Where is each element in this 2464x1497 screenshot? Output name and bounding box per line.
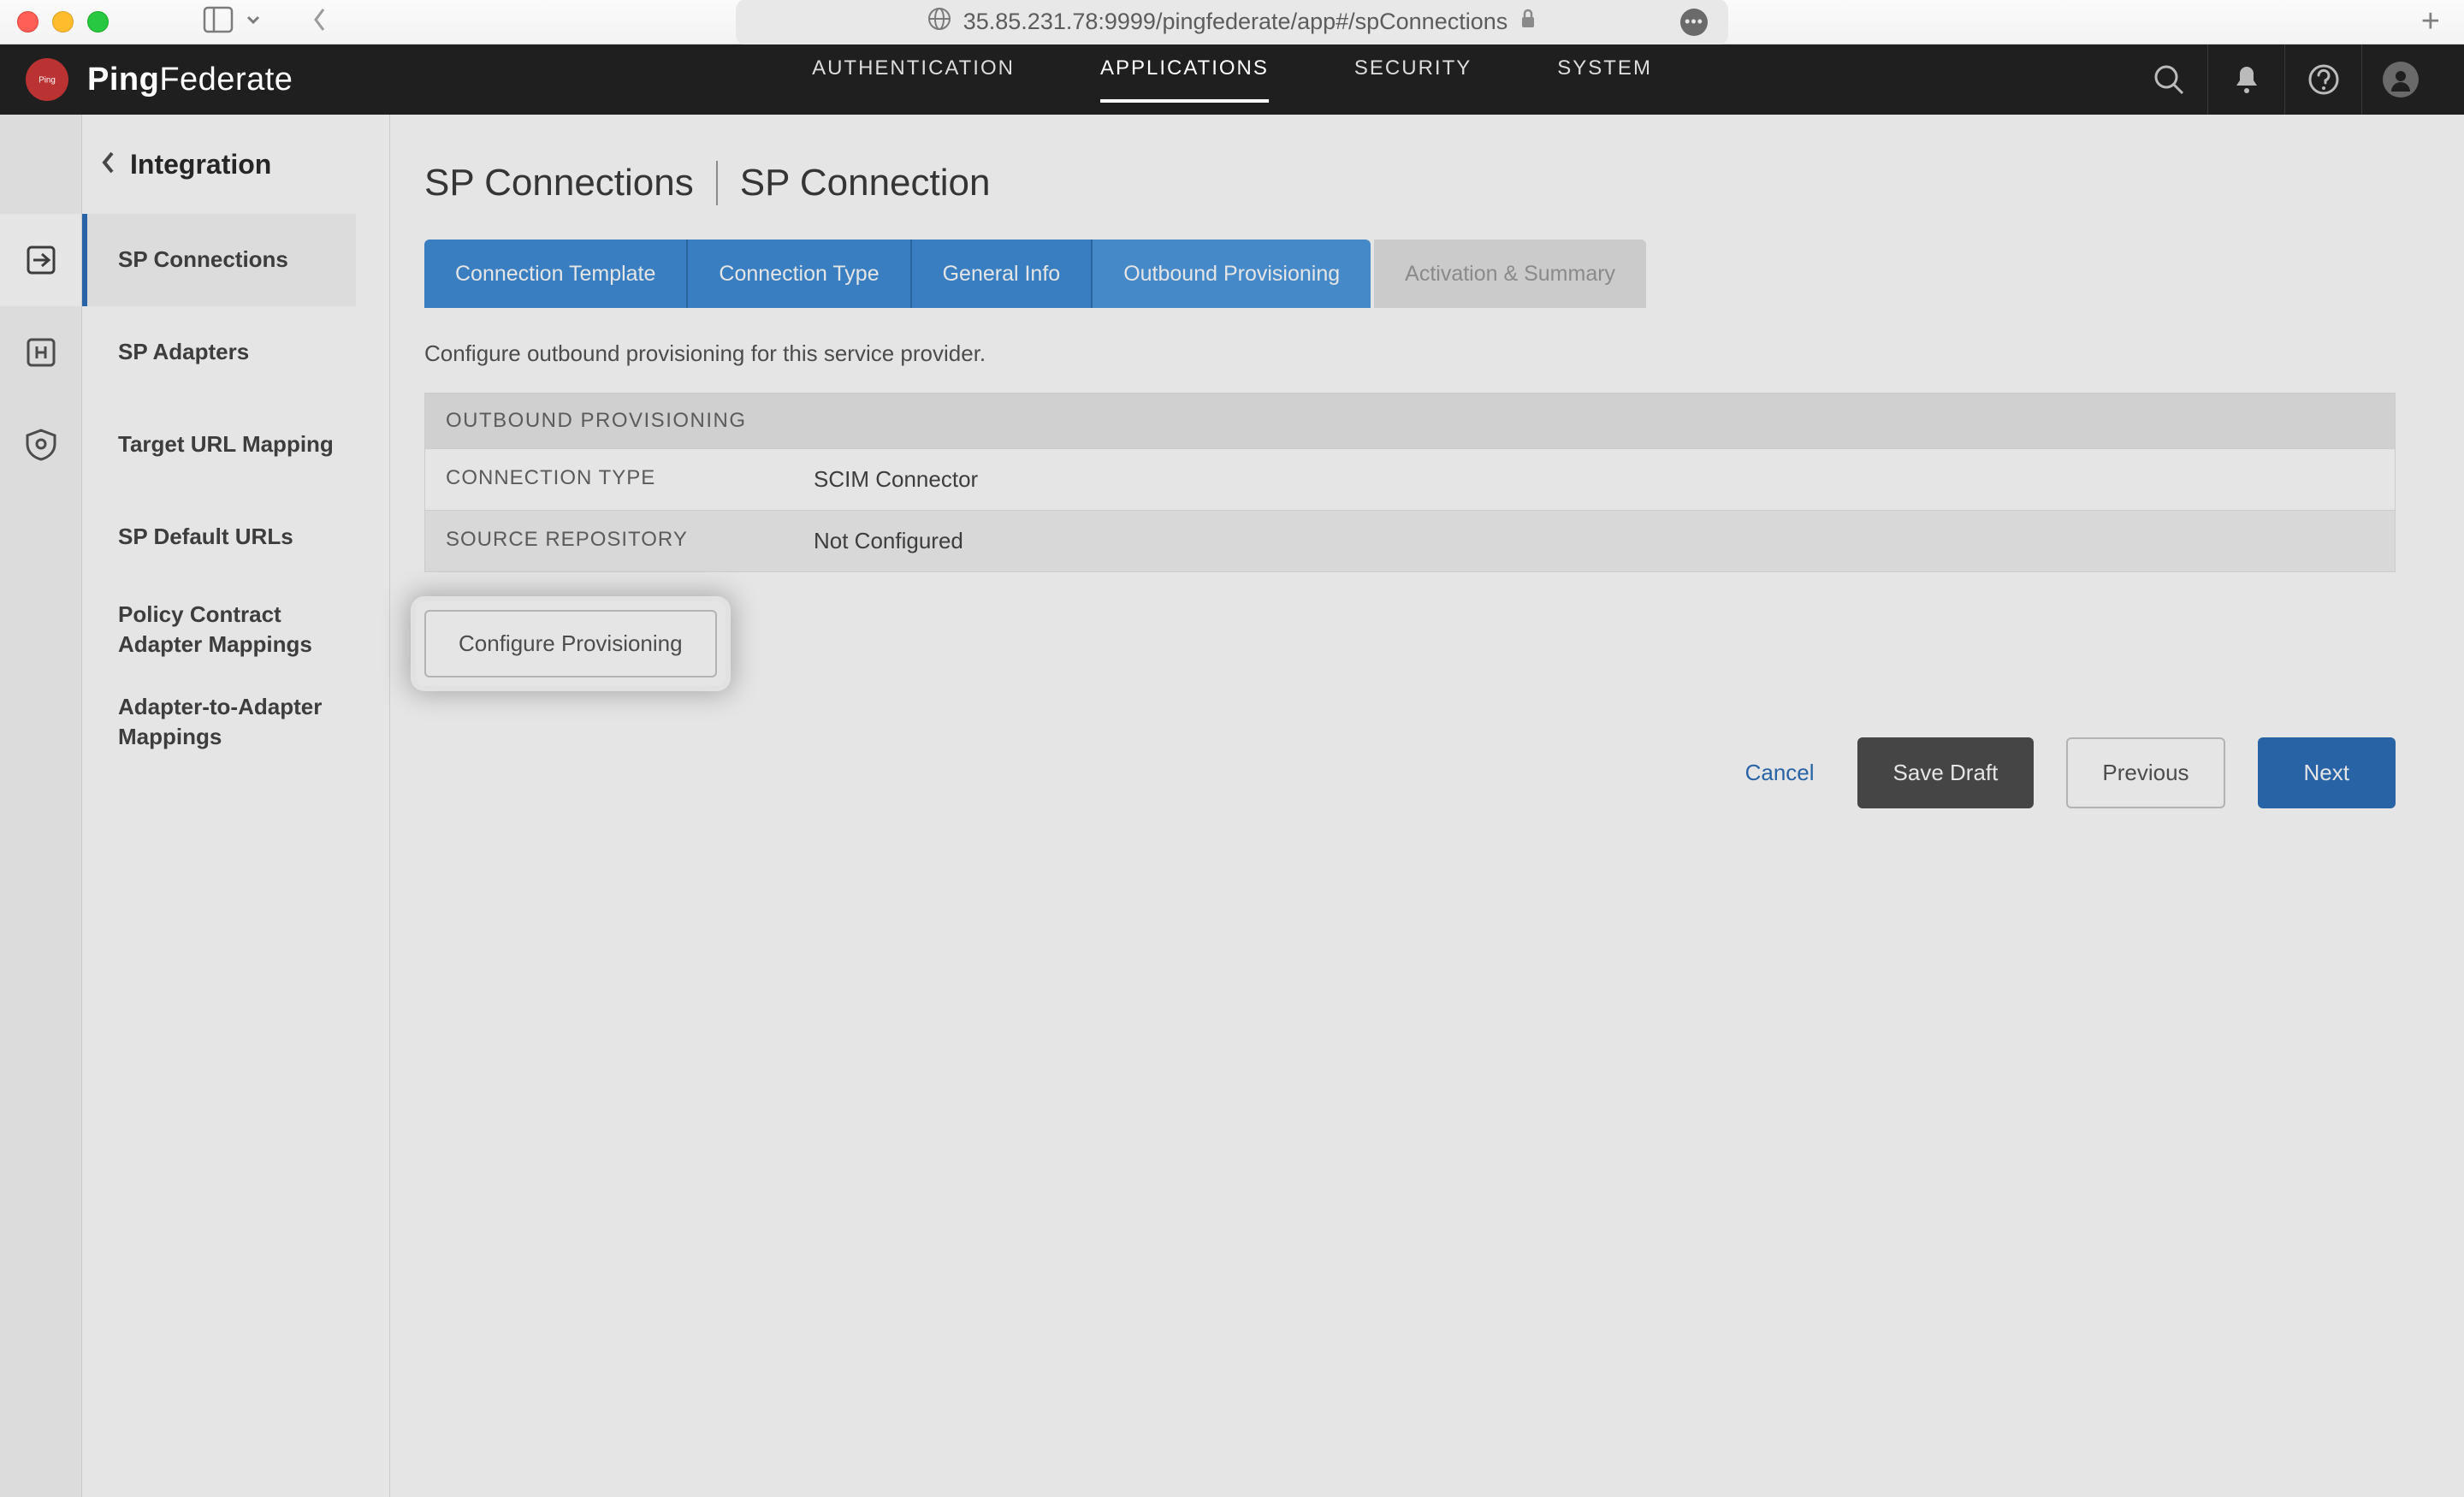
logo[interactable]: Ping PingFederate [26, 58, 293, 101]
traffic-lights [17, 11, 109, 33]
sidebar-item-sp-default-urls[interactable]: SP Default URLs [82, 491, 356, 583]
breadcrumb-parent[interactable]: SP Connections [424, 162, 694, 204]
rail-integration-icon[interactable] [0, 214, 81, 306]
url-text: 35.85.231.78:9999/pingfederate/app#/spCo… [963, 9, 1508, 35]
nav-authentication[interactable]: AUTHENTICATION [812, 56, 1015, 103]
tab-connection-type[interactable]: Connection Type [688, 240, 911, 308]
maximize-window-button[interactable] [87, 11, 109, 33]
breadcrumb: SP Connections SP Connection [424, 161, 2396, 205]
previous-button[interactable]: Previous [2066, 737, 2224, 808]
configure-provisioning-button[interactable]: Configure Provisioning [424, 610, 717, 677]
chevron-left-icon [99, 150, 118, 180]
sidebar: Integration SP Connections SP Adapters T… [82, 115, 390, 1497]
notifications-button[interactable] [2207, 44, 2284, 115]
close-window-button[interactable] [17, 11, 38, 33]
help-button[interactable] [2284, 44, 2361, 115]
breadcrumb-current: SP Connection [740, 162, 991, 204]
provisioning-table: OUTBOUND PROVISIONING CONNECTION TYPE SC… [424, 393, 2396, 572]
search-button[interactable] [2130, 44, 2207, 115]
sidebar-item-target-url-mapping[interactable]: Target URL Mapping [82, 399, 356, 491]
app-header: Ping PingFederate AUTHENTICATION APPLICA… [0, 44, 2464, 115]
header-actions [2130, 44, 2438, 115]
tab-outbound-provisioning[interactable]: Outbound Provisioning [1093, 240, 1371, 308]
sidebar-item-adapter-to-adapter-mappings[interactable]: Adapter-to-Adapter Mappings [82, 676, 356, 768]
browser-chrome: 35.85.231.78:9999/pingfederate/app#/spCo… [0, 0, 2464, 44]
row-value-source-repository: Not Configured [793, 511, 2395, 571]
sidebar-toggle-icon[interactable] [203, 6, 234, 38]
row-label-source-repository: SOURCE REPOSITORY [425, 511, 793, 571]
action-row: Cancel Save Draft Previous Next [424, 737, 2396, 808]
row-label-connection-type: CONNECTION TYPE [425, 449, 793, 510]
provisioning-section-header: OUTBOUND PROVISIONING [425, 393, 2395, 448]
main-content: SP Connections SP Connection Connection … [390, 115, 2464, 1497]
back-arrow-icon[interactable] [312, 7, 328, 37]
sidebar-title: Integration [130, 149, 271, 180]
top-nav: AUTHENTICATION APPLICATIONS SECURITY SYS… [812, 56, 1652, 103]
url-bar[interactable]: 35.85.231.78:9999/pingfederate/app#/spCo… [736, 0, 1728, 46]
cancel-button[interactable]: Cancel [1735, 737, 1825, 808]
breadcrumb-separator [716, 161, 718, 205]
sidebar-item-sp-connections[interactable]: SP Connections [82, 214, 356, 306]
sidebar-item-policy-contract-adapter-mappings[interactable]: Policy Contract Adapter Mappings [82, 583, 356, 676]
rail-token-icon[interactable] [0, 306, 81, 399]
wizard-tabs: Connection Template Connection Type Gene… [424, 240, 2396, 308]
chevron-down-icon[interactable] [246, 12, 261, 32]
table-row: CONNECTION TYPE SCIM Connector [425, 448, 2395, 510]
logo-text: PingFederate [87, 62, 293, 98]
user-menu-button[interactable] [2361, 44, 2438, 115]
next-button[interactable]: Next [2258, 737, 2396, 808]
nav-applications[interactable]: APPLICATIONS [1100, 56, 1269, 103]
tab-description: Configure outbound provisioning for this… [424, 308, 2396, 393]
tab-activation-summary: Activation & Summary [1374, 240, 1646, 308]
globe-icon [927, 7, 951, 37]
lock-icon [1519, 9, 1537, 35]
new-tab-button[interactable]: + [2421, 3, 2440, 40]
row-value-connection-type: SCIM Connector [793, 449, 2395, 510]
save-draft-button[interactable]: Save Draft [1857, 737, 2035, 808]
reader-mode-icon[interactable]: ••• [1680, 9, 1708, 36]
minimize-window-button[interactable] [52, 11, 74, 33]
table-row: SOURCE REPOSITORY Not Configured [425, 510, 2395, 571]
sidebar-item-sp-adapters[interactable]: SP Adapters [82, 306, 356, 399]
icon-rail [0, 115, 82, 1497]
avatar-icon [2383, 62, 2419, 98]
tab-general-info[interactable]: General Info [912, 240, 1093, 308]
logo-mark: Ping [26, 58, 68, 101]
nav-system[interactable]: SYSTEM [1557, 56, 1652, 103]
nav-security[interactable]: SECURITY [1354, 56, 1472, 103]
tab-connection-template[interactable]: Connection Template [424, 240, 688, 308]
rail-oauth-icon[interactable] [0, 399, 81, 491]
sidebar-back[interactable]: Integration [82, 115, 389, 214]
